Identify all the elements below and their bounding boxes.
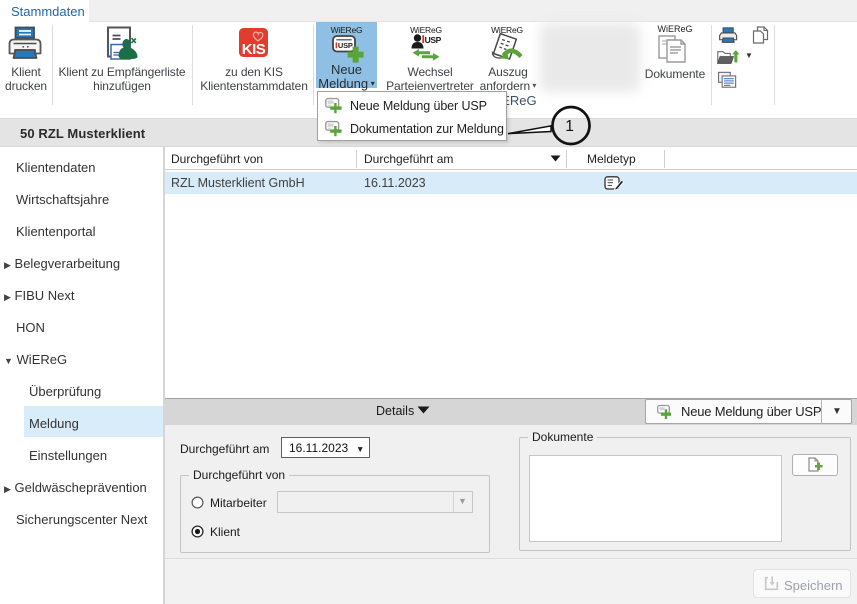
svg-text:USP: USP: [338, 41, 353, 50]
svg-text:1: 1: [565, 118, 574, 135]
svg-text:KIS: KIS: [242, 41, 266, 58]
svg-text:USP: USP: [425, 35, 442, 45]
